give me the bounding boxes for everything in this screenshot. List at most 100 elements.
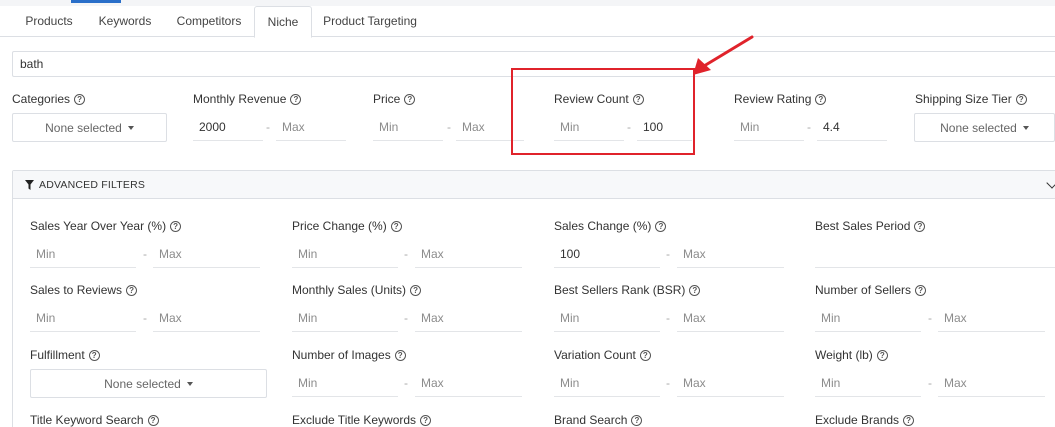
number-of-sellers-min-input[interactable] <box>815 304 921 332</box>
question-circle-icon[interactable]: ? <box>903 414 915 426</box>
tab-competitors[interactable]: Competitors <box>164 6 254 37</box>
categories-label: Categories? <box>12 92 86 106</box>
sales-change-min-input[interactable] <box>554 240 660 268</box>
title-keyword-search-label-text: Title Keyword Search <box>30 413 144 427</box>
question-circle-icon[interactable]: ? <box>631 414 643 426</box>
tab-bar: Products Keywords Competitors Niche Prod… <box>0 6 1055 38</box>
range-dash: - <box>928 311 932 325</box>
range-dash: - <box>404 247 408 261</box>
monthly-revenue-max-input[interactable] <box>276 113 346 141</box>
range-dash: - <box>807 120 811 134</box>
question-circle-icon[interactable]: ? <box>876 349 888 361</box>
categories-label-text: Categories <box>12 92 71 106</box>
monthly-revenue-min-input[interactable] <box>193 113 263 141</box>
variation-count-label-text: Variation Count <box>554 348 636 362</box>
variation-count-max-input[interactable] <box>677 369 784 397</box>
variation-count-label: Variation Count? <box>554 348 651 362</box>
monthly-sales-units-min-input[interactable] <box>292 304 398 332</box>
title-keyword-search-label: Title Keyword Search? <box>30 413 159 427</box>
exclude-title-keywords-label: Exclude Title Keywords? <box>292 413 432 427</box>
weight-min-input[interactable] <box>815 369 921 397</box>
weight-label-text: Weight (lb) <box>815 348 873 362</box>
review-count-highlight-box <box>511 68 695 155</box>
categories-select[interactable]: None selected <box>12 113 167 142</box>
bsr-max-input[interactable] <box>677 304 784 332</box>
price-label: Price? <box>373 92 416 106</box>
price-label-text: Price <box>373 92 401 106</box>
review-rating-label: Review Rating? <box>734 92 827 106</box>
sales-yoy-min-input[interactable] <box>30 240 136 268</box>
fulfillment-select-value: None selected <box>104 376 181 391</box>
exclude-brands-label: Exclude Brands? <box>815 413 915 427</box>
bsr-min-input[interactable] <box>554 304 660 332</box>
shipping-size-tier-label-text: Shipping Size Tier <box>915 92 1012 106</box>
question-circle-icon[interactable]: ? <box>147 414 159 426</box>
number-of-sellers-label: Number of Sellers? <box>815 283 927 297</box>
monthly-revenue-label: Monthly Revenue? <box>193 92 302 106</box>
exclude-brands-label-text: Exclude Brands <box>815 413 900 427</box>
number-of-sellers-label-text: Number of Sellers <box>815 283 912 297</box>
number-of-images-min-input[interactable] <box>292 369 398 397</box>
range-dash: - <box>404 376 408 390</box>
price-change-min-input[interactable] <box>292 240 398 268</box>
tab-keywords[interactable]: Keywords <box>86 6 164 37</box>
number-of-images-max-input[interactable] <box>415 369 522 397</box>
fulfillment-select[interactable]: None selected <box>30 369 267 398</box>
advanced-filters-header[interactable]: ADVANCED FILTERS <box>13 171 1055 199</box>
question-circle-icon[interactable]: ? <box>126 284 138 296</box>
question-circle-icon[interactable]: ? <box>655 220 667 232</box>
shipping-size-tier-label: Shipping Size Tier? <box>915 92 1027 106</box>
question-circle-icon[interactable]: ? <box>915 284 927 296</box>
brand-search-label: Brand Search? <box>554 413 643 427</box>
shipping-size-tier-select[interactable]: None selected <box>914 113 1055 142</box>
shipping-size-tier-select-value: None selected <box>940 120 1017 135</box>
sales-to-reviews-max-input[interactable] <box>153 304 260 332</box>
advanced-filters-title: ADVANCED FILTERS <box>39 178 146 191</box>
fulfillment-label: Fulfillment? <box>30 348 100 362</box>
sales-change-label: Sales Change (%)? <box>554 219 667 233</box>
chevron-down-icon[interactable] <box>1046 177 1055 189</box>
monthly-sales-units-max-input[interactable] <box>415 304 522 332</box>
tab-product-targeting[interactable]: Product Targeting <box>312 6 428 37</box>
question-circle-icon[interactable]: ? <box>404 93 416 105</box>
sales-to-reviews-label-text: Sales to Reviews <box>30 283 123 297</box>
question-circle-icon[interactable]: ? <box>410 284 422 296</box>
range-dash: - <box>447 120 451 134</box>
question-circle-icon[interactable]: ? <box>390 220 402 232</box>
sales-yoy-label-text: Sales Year Over Year (%) <box>30 219 167 233</box>
question-circle-icon[interactable]: ? <box>170 220 182 232</box>
bsr-label: Best Sellers Rank (BSR)? <box>554 283 701 297</box>
monthly-sales-units-label-text: Monthly Sales (Units) <box>292 283 407 297</box>
question-circle-icon[interactable]: ? <box>639 349 651 361</box>
question-circle-icon[interactable]: ? <box>394 349 406 361</box>
range-dash: - <box>666 247 670 261</box>
best-sales-period-field[interactable] <box>815 240 1055 268</box>
question-circle-icon[interactable]: ? <box>914 220 926 232</box>
question-circle-icon[interactable]: ? <box>88 349 100 361</box>
number-of-sellers-max-input[interactable] <box>938 304 1045 332</box>
question-circle-icon[interactable]: ? <box>290 93 302 105</box>
price-change-max-input[interactable] <box>415 240 522 268</box>
filter-funnel-icon <box>25 179 34 190</box>
question-circle-icon[interactable]: ? <box>420 414 432 426</box>
sales-yoy-max-input[interactable] <box>153 240 260 268</box>
question-circle-icon[interactable]: ? <box>689 284 701 296</box>
tab-niche[interactable]: Niche <box>254 6 312 38</box>
active-nav-indicator <box>71 0 121 3</box>
weight-max-input[interactable] <box>938 369 1045 397</box>
question-circle-icon[interactable]: ? <box>1015 93 1027 105</box>
price-min-input[interactable] <box>373 113 443 141</box>
sales-to-reviews-min-input[interactable] <box>30 304 136 332</box>
weight-label: Weight (lb)? <box>815 348 888 362</box>
best-sales-period-label-text: Best Sales Period <box>815 219 911 233</box>
variation-count-min-input[interactable] <box>554 369 660 397</box>
range-dash: - <box>666 311 670 325</box>
question-circle-icon[interactable]: ? <box>815 93 827 105</box>
question-circle-icon[interactable]: ? <box>74 93 86 105</box>
arrow-head <box>693 58 711 75</box>
sales-change-max-input[interactable] <box>677 240 784 268</box>
range-dash: - <box>266 120 270 134</box>
tab-products[interactable]: Products <box>12 6 86 37</box>
review-rating-min-input[interactable] <box>734 113 804 141</box>
review-rating-max-input[interactable] <box>817 113 887 141</box>
